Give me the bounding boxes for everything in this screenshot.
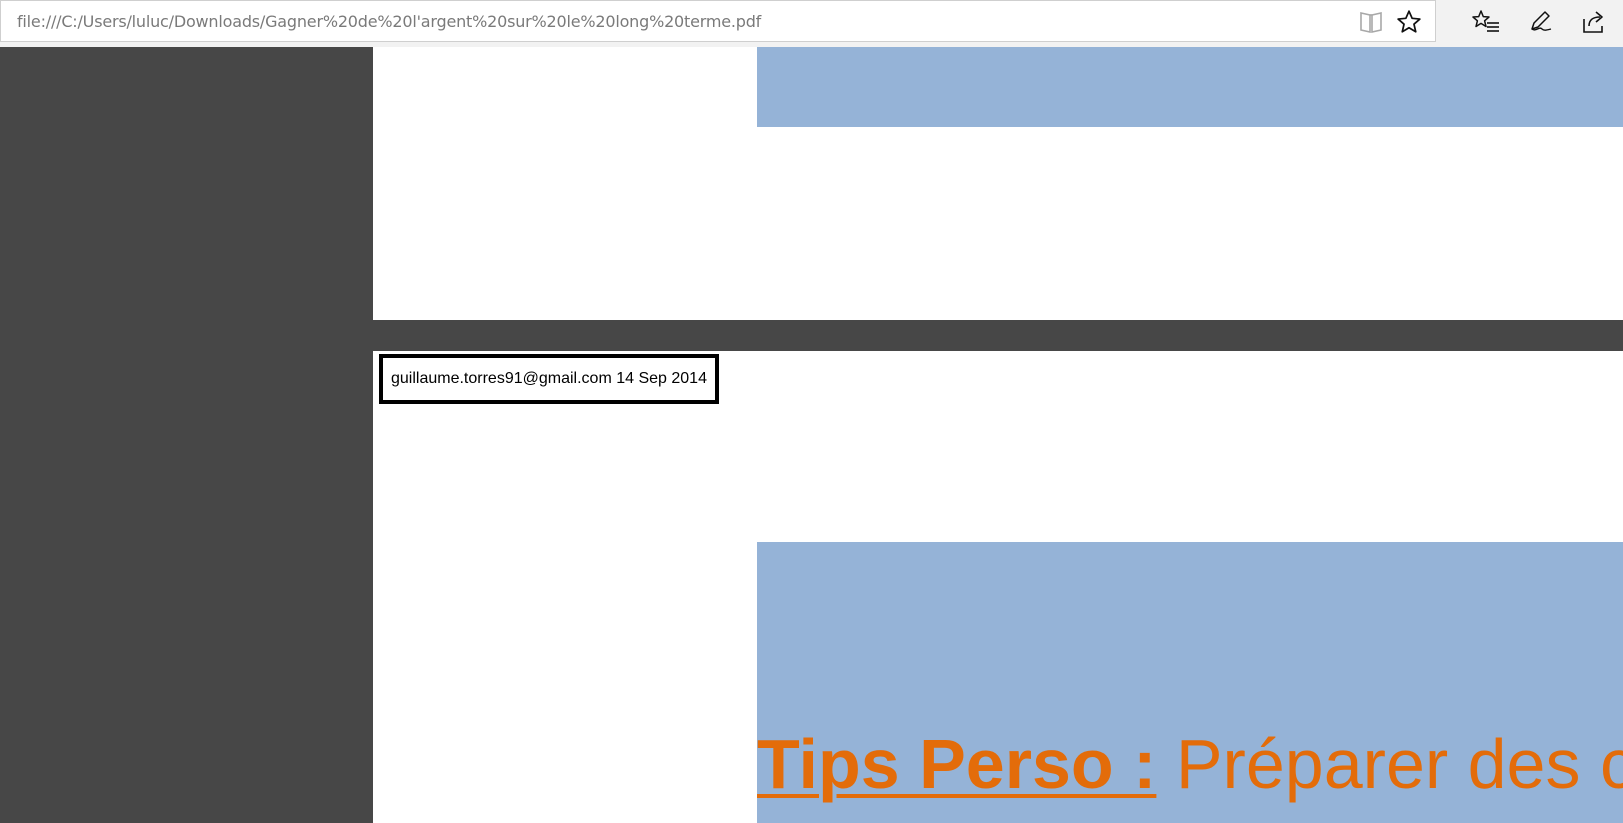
address-bar[interactable]: file:///C:/Users/luluc/Downloads/Gagner%…	[0, 0, 1436, 42]
address-url[interactable]: file:///C:/Users/luluc/Downloads/Gagner%…	[17, 12, 761, 31]
heading-bold-part: Tips Perso :	[757, 725, 1157, 803]
star-icon[interactable]	[1391, 4, 1427, 40]
page1-blue-block	[757, 47, 1623, 127]
watermark-stamp: guillaume.torres91@gmail.com 14 Sep 2014	[379, 354, 719, 404]
pen-icon[interactable]	[1522, 4, 1558, 40]
pdf-viewer[interactable]: guillaume.torres91@gmail.com 14 Sep 2014…	[0, 47, 1623, 823]
heading-rest-part: Préparer des c	[1156, 725, 1623, 803]
favorites-list-icon[interactable]	[1468, 4, 1504, 40]
page-heading: Tips Perso : Préparer des c	[757, 723, 1623, 805]
share-icon[interactable]	[1576, 4, 1612, 40]
pdf-page-2: guillaume.torres91@gmail.com 14 Sep 2014…	[373, 351, 1623, 823]
browser-toolbar: file:///C:/Users/luluc/Downloads/Gagner%…	[0, 0, 1623, 47]
pdf-page-1	[373, 47, 1623, 320]
stamp-text: guillaume.torres91@gmail.com 14 Sep 2014	[391, 370, 707, 387]
reading-view-icon[interactable]	[1353, 4, 1389, 40]
